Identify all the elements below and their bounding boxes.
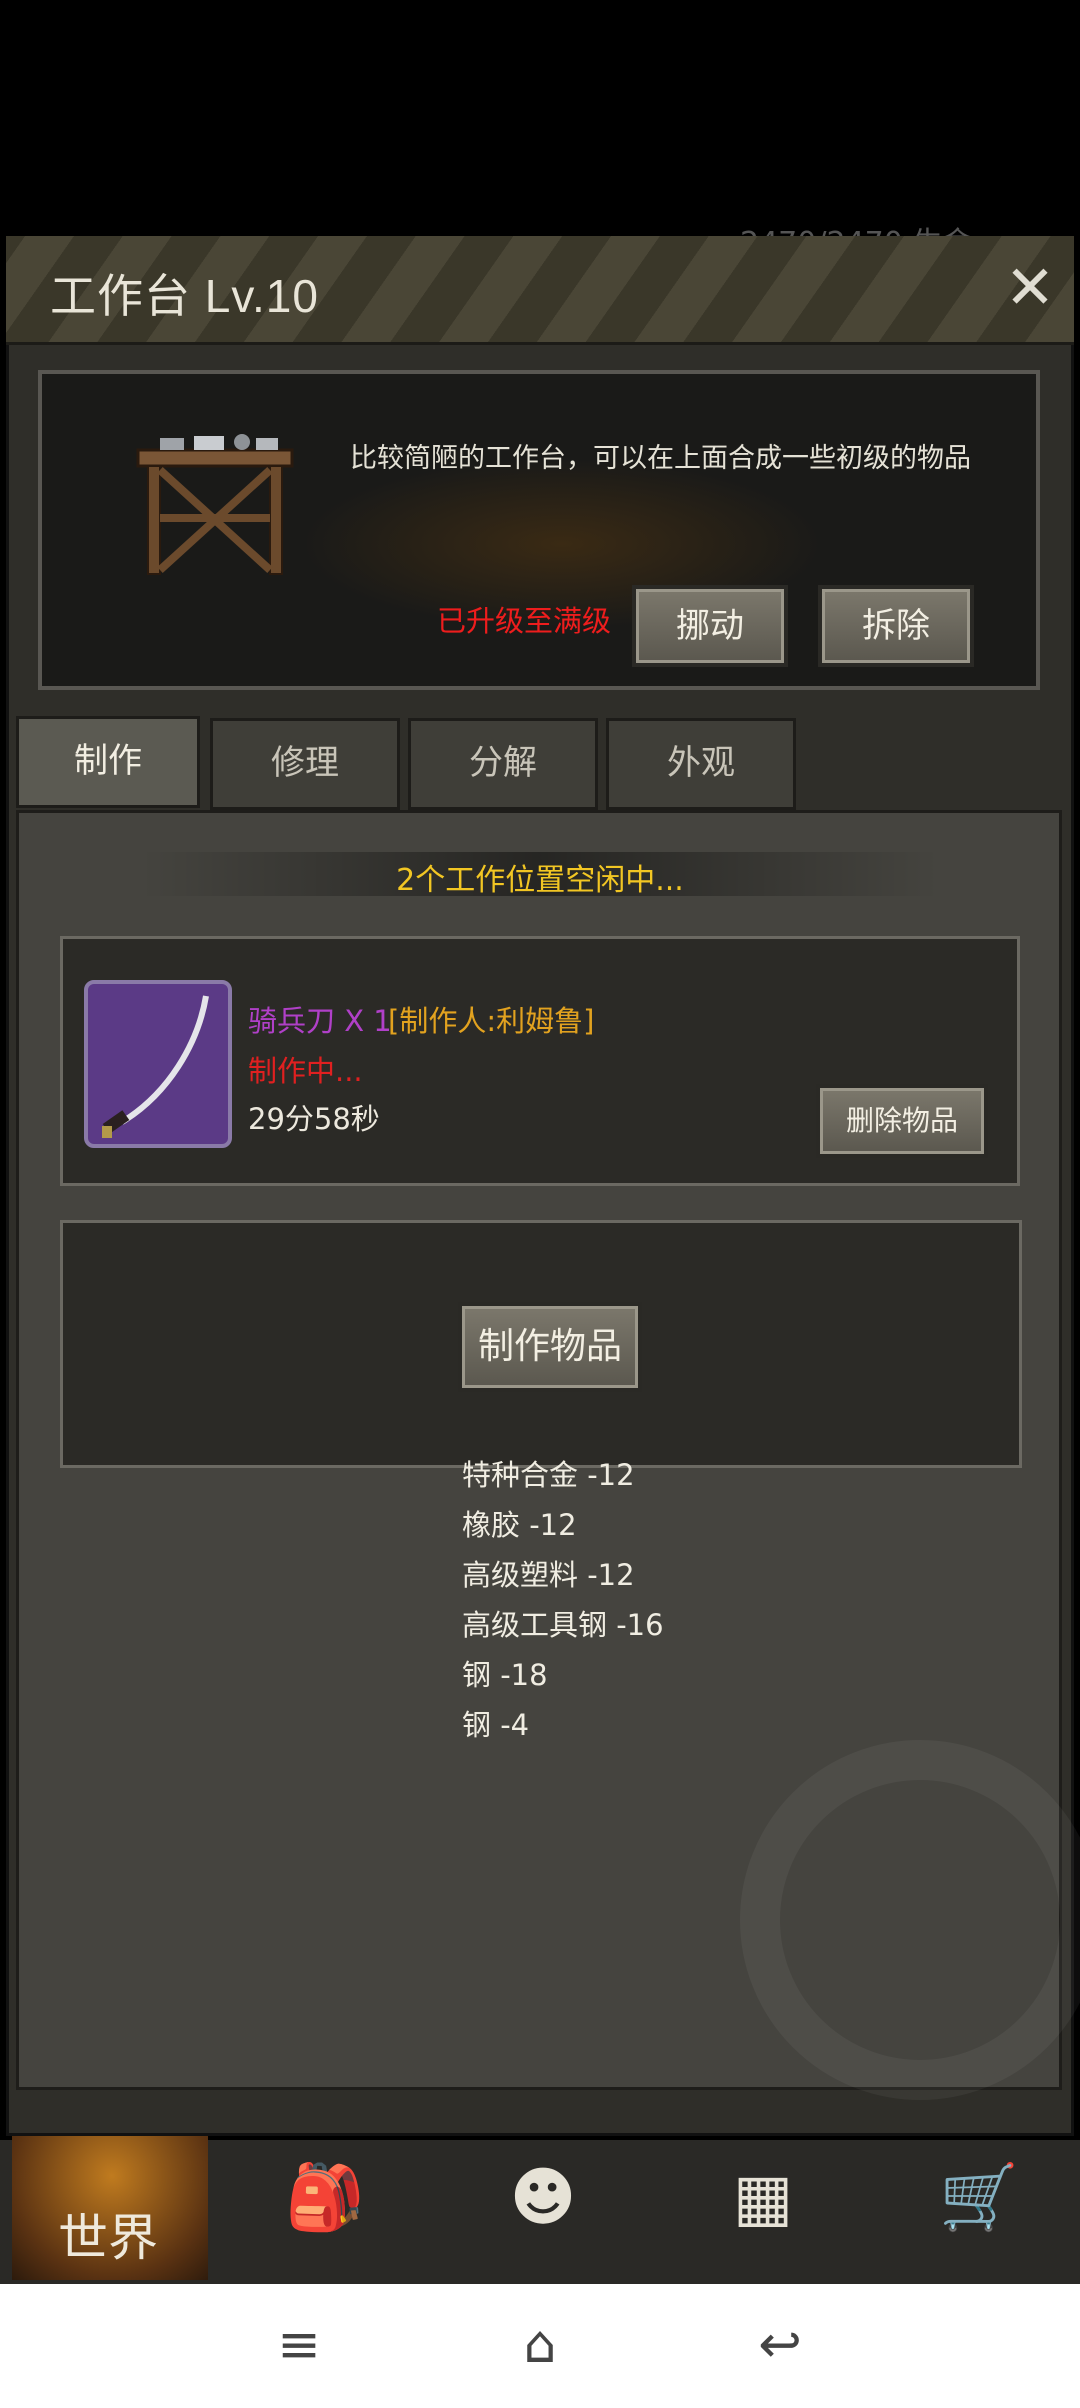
radiation-watermark-icon — [740, 1740, 1080, 2100]
craft-slot-status: 2个工作位置空闲中... — [396, 863, 684, 898]
remove-button[interactable]: 拆除 — [818, 585, 974, 667]
menu-icon[interactable]: ≡ — [254, 2300, 344, 2390]
item-icon[interactable] — [84, 980, 232, 1148]
max-level-label: 已升级至满级 — [437, 604, 612, 638]
backpack-icon[interactable]: 🎒 — [270, 2150, 380, 2246]
workbench-image — [136, 434, 294, 575]
crafting-time-left: 29分58秒 — [248, 1102, 380, 1136]
tab-craft[interactable]: 制作 — [16, 716, 200, 808]
home-icon[interactable]: ⌂ — [495, 2300, 585, 2390]
skills-icon[interactable]: ☻ — [488, 2150, 598, 2246]
crafting-item-maker: [制作人:利姆鲁] — [388, 1004, 595, 1038]
material-item: 钢 -4 — [462, 1708, 530, 1742]
material-item: 橡胶 -12 — [462, 1508, 577, 1542]
crafting-item-name: 骑兵刀 X 1 — [248, 1004, 392, 1038]
craft-item-button[interactable]: 制作物品 — [458, 1302, 642, 1392]
move-button[interactable]: 挪动 — [632, 585, 788, 667]
tab-appearance[interactable]: 外观 — [606, 718, 796, 810]
material-item: 特种合金 -12 — [462, 1458, 635, 1492]
material-item: 高级塑料 -12 — [462, 1558, 635, 1592]
workbench-description: 比较简陋的工作台，可以在上面合成一些初级的物品 — [350, 443, 971, 474]
top-black-area — [0, 0, 1080, 230]
material-item: 钢 -18 — [462, 1658, 548, 1692]
tab-repair[interactable]: 修理 — [210, 718, 400, 810]
back-icon[interactable]: ↩ — [735, 2300, 825, 2390]
crafting-item-state: 制作中... — [248, 1054, 363, 1088]
saber-icon — [102, 995, 209, 1138]
close-icon[interactable]: ✕ — [998, 256, 1062, 320]
nav-world-label: 世界 — [58, 2209, 158, 2267]
materials-list: 特种合金 -12 橡胶 -12 高级塑料 -12 高级工具钢 -16 钢 -18… — [462, 1450, 664, 1750]
tab-disassemble[interactable]: 分解 — [408, 718, 598, 810]
shop-cart-icon[interactable]: 🛒 — [924, 2150, 1034, 2246]
delete-item-button[interactable]: 删除物品 — [816, 1084, 988, 1158]
dialog-title: 工作台 Lv.10 — [50, 270, 319, 322]
material-item: 高级工具钢 -16 — [462, 1608, 664, 1642]
building-icon[interactable]: ▦ — [708, 2150, 818, 2246]
